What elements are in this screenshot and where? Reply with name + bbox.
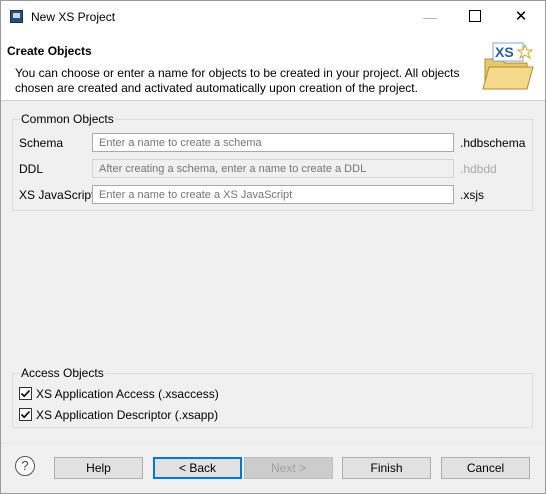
access-objects-label: Access Objects — [20, 366, 105, 380]
xsaccess-checkbox-label[interactable]: XS Application Access (.xsaccess) — [36, 387, 219, 401]
maximize-button[interactable] — [452, 1, 498, 33]
minimize-button[interactable]: — — [407, 1, 453, 33]
schema-input[interactable] — [92, 133, 454, 152]
back-button[interactable]: < Back — [153, 457, 242, 479]
ddl-label: DDL — [19, 162, 44, 176]
app-icon — [10, 10, 23, 23]
banner-text: XS — [495, 44, 514, 60]
xs-javascript-suffix: .xsjs — [460, 188, 484, 202]
help-button[interactable]: Help — [54, 457, 143, 479]
wizard-header: Create Objects You can choose or enter a… — [1, 33, 545, 101]
xs-javascript-label: XS JavaScript — [19, 188, 95, 202]
access-objects-group: Access Objects XS Application Access (.x… — [12, 366, 533, 428]
window-title: New XS Project — [31, 10, 116, 24]
ddl-suffix: .hdbdd — [460, 162, 497, 176]
footer-separator — [1, 443, 545, 444]
cancel-button[interactable]: Cancel — [441, 457, 530, 479]
ddl-input — [92, 159, 454, 178]
checkmark-icon — [20, 389, 31, 398]
common-objects-label: Common Objects — [20, 112, 115, 126]
xsapp-checkbox-label[interactable]: XS Application Descriptor (.xsapp) — [36, 408, 218, 422]
xs-project-banner-icon: XS — [482, 42, 534, 90]
dialog-window: New XS Project — ✕ Create Objects You ca… — [0, 0, 546, 494]
title-bar: New XS Project — ✕ — [1, 1, 545, 33]
xs-javascript-input[interactable] — [92, 185, 454, 204]
page-title: Create Objects — [7, 44, 92, 58]
xsapp-checkbox[interactable] — [19, 408, 32, 421]
schema-suffix: .hdbschema — [460, 136, 526, 150]
schema-label: Schema — [19, 136, 64, 150]
common-objects-group: Common Objects Schema .hdbschema DDL .hd… — [12, 112, 533, 211]
close-button[interactable]: ✕ — [498, 1, 544, 33]
checkmark-icon — [20, 410, 31, 419]
finish-button[interactable]: Finish — [342, 457, 431, 479]
xsaccess-checkbox[interactable] — [19, 387, 32, 400]
help-icon[interactable]: ? — [15, 456, 35, 476]
next-button: Next > — [244, 457, 333, 479]
maximize-icon — [469, 10, 481, 23]
page-description: You can choose or enter a name for objec… — [15, 66, 460, 95]
